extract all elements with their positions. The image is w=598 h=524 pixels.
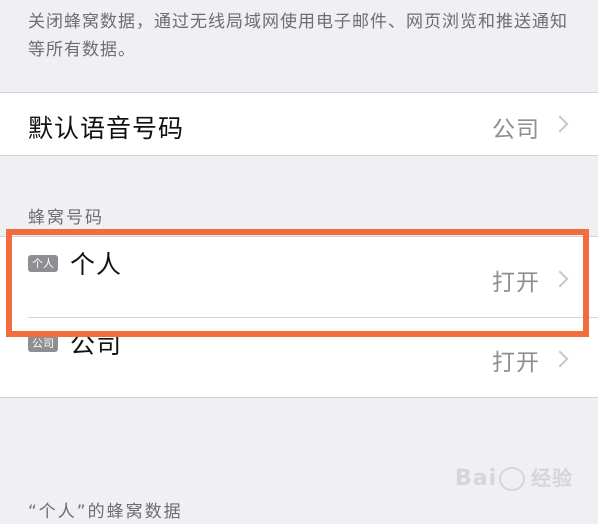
sim-label-badge: 公司 bbox=[28, 335, 58, 352]
default-voice-line-value: 公司 bbox=[492, 117, 540, 143]
cellular-plan-label: 个人 bbox=[70, 250, 123, 279]
personal-cellular-data-header: “个人”的蜂窝数据 bbox=[28, 502, 183, 522]
chevron-right-icon bbox=[551, 350, 569, 368]
cellular-plans-group: 个人 个人 打开 公司 公司 打开 bbox=[0, 236, 598, 398]
cellular-data-footer-note: 关闭蜂窝数据，通过无线局域网使用电子邮件、网页浏览和推送通知等所有数据。 bbox=[28, 12, 568, 60]
baidu-paw-icon bbox=[499, 467, 526, 491]
cellular-plan-row-personal[interactable]: 个人 个人 打开 bbox=[0, 237, 598, 317]
baidu-jingyan-watermark: Bai 经验 bbox=[455, 462, 573, 491]
cellular-plan-row-company[interactable]: 公司 公司 打开 bbox=[0, 317, 598, 397]
default-voice-line-row[interactable]: 默认语音号码 公司 bbox=[0, 93, 598, 155]
watermark-text-right: 经验 bbox=[531, 466, 574, 490]
chevron-right-icon bbox=[551, 270, 569, 288]
cellular-plan-status: 打开 bbox=[492, 350, 540, 376]
cellular-plan-label: 公司 bbox=[70, 330, 123, 359]
cellular-plan-status: 打开 bbox=[492, 270, 540, 296]
cellular-plans-header: 蜂窝号码 bbox=[28, 208, 104, 228]
watermark-text-left: Bai bbox=[455, 466, 498, 491]
chevron-right-icon bbox=[551, 115, 569, 133]
sim-label-badge: 个人 bbox=[28, 255, 58, 272]
default-voice-line-group: 默认语音号码 公司 bbox=[0, 92, 598, 156]
default-voice-line-label: 默认语音号码 bbox=[28, 114, 185, 143]
